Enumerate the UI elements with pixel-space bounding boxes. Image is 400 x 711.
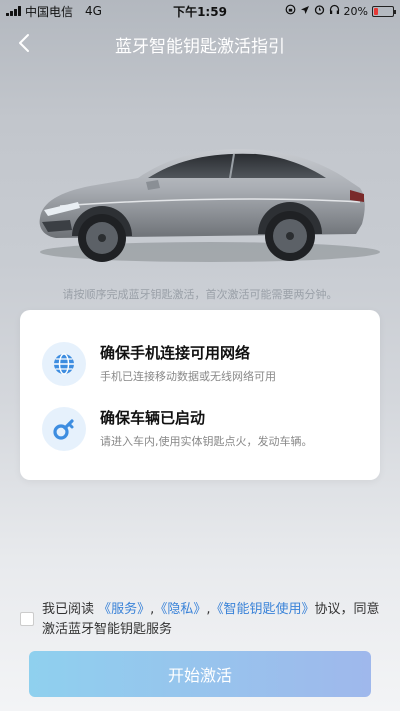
activation-hint: 请按顺序完成蓝牙钥匙激活，首次激活可能需要两分钟。 — [62, 288, 338, 301]
car-photo — [20, 110, 380, 280]
headphones-icon — [329, 4, 340, 18]
privacy-agreement-link[interactable]: 《隐私》 — [154, 602, 206, 617]
step-vehicle: 确保车辆已启动 请进入车内,使用实体钥匙点火，发动车辆。 — [42, 405, 362, 457]
battery-icon — [372, 5, 396, 17]
key-icon — [53, 419, 74, 440]
status-right: 20% — [285, 4, 396, 18]
status-time: 下午1:59 — [173, 4, 227, 19]
service-agreement-link[interactable]: 《服务》 — [98, 602, 150, 617]
step-network: 确保手机连接可用网络 手机已连接移动数据或无线网络可用 — [42, 340, 362, 392]
alarm-icon — [314, 4, 325, 18]
key-icon-wrap — [42, 407, 86, 451]
step-title: 确保车辆已启动 — [100, 409, 206, 427]
start-activation-button[interactable]: 开始激活 — [29, 651, 371, 697]
status-bar: 中国电信 4G 下午1:59 20% — [0, 0, 400, 22]
globe-icon — [54, 353, 74, 375]
status-left: 中国电信 4G — [6, 3, 114, 20]
battery-fill — [374, 7, 378, 15]
step-desc: 请进入车内,使用实体钥匙点火，发动车辆。 — [100, 435, 313, 448]
agreement-prefix: 我已阅读 — [42, 602, 95, 617]
carrier-label: 中国电信 — [25, 4, 74, 19]
network-label: 4G — [85, 4, 102, 18]
signal-icon — [6, 6, 21, 16]
location-icon — [300, 5, 310, 18]
agreement-checkbox[interactable] — [20, 612, 34, 626]
lock-rotation-icon — [285, 4, 296, 18]
battery-percent: 20% — [343, 4, 368, 18]
nav-bar: 蓝牙智能钥匙激活指引 — [0, 26, 400, 60]
step-desc: 手机已连接移动数据或无线网络可用 — [100, 370, 276, 383]
step-title: 确保手机连接可用网络 — [100, 344, 251, 362]
steps-card: 确保手机连接可用网络 手机已连接移动数据或无线网络可用 确保车辆已启动 请进入车… — [20, 310, 380, 480]
key-usage-agreement-link[interactable]: 《智能钥匙使用》 — [210, 602, 314, 617]
page-title: 蓝牙智能钥匙激活指引 — [115, 37, 285, 57]
agreement-text: 我已阅读 《服务》,《隐私》,《智能钥匙使用》协议，同意激活蓝牙智能钥匙服务 — [42, 600, 385, 640]
globe-icon-wrap — [42, 342, 86, 386]
